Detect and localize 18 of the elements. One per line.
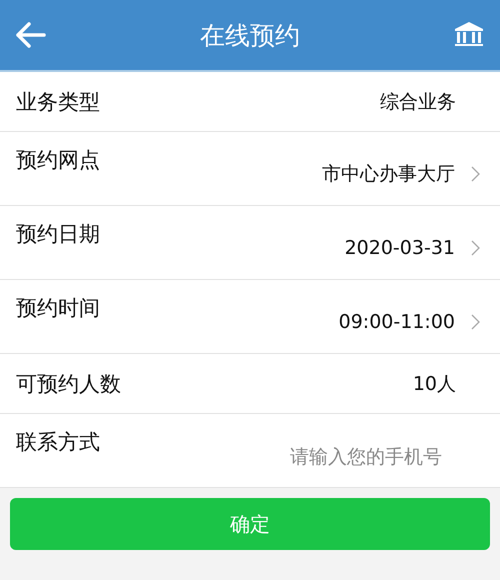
chevron-right-icon xyxy=(471,166,480,182)
page-title: 在线预约 xyxy=(200,20,300,52)
select-field[interactable]: 09:00-11:00 xyxy=(338,310,480,332)
field-label: 预约时间 xyxy=(16,295,100,322)
select-field[interactable]: 2020-03-31 xyxy=(344,236,480,258)
bank-icon[interactable] xyxy=(454,22,484,48)
field-value: 综合业务 xyxy=(380,90,456,114)
field-label: 预约网点 xyxy=(16,147,100,174)
chevron-right-icon xyxy=(471,240,480,256)
phone-input-field[interactable]: 请输入您的手机号 xyxy=(290,442,480,472)
back-button[interactable] xyxy=(14,21,46,49)
field-label: 预约日期 xyxy=(16,221,100,248)
field-value: 10人 xyxy=(412,372,456,396)
field-label: 联系方式 xyxy=(16,429,100,456)
field-label: 可预约人数 xyxy=(16,370,121,398)
field-label: 业务类型 xyxy=(16,88,100,116)
chevron-right-icon xyxy=(471,314,480,330)
select-field[interactable]: 市中心办事大厅 xyxy=(322,160,480,186)
